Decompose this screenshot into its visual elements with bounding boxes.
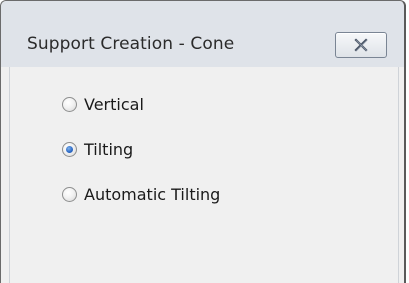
radio-label-automatic-tilting[interactable]: Automatic Tilting	[84, 185, 220, 204]
dialog-content: Vertical Tilting Automatic Tilting	[9, 67, 399, 283]
radio-button-automatic-tilting[interactable]	[62, 186, 77, 202]
close-button[interactable]	[335, 32, 387, 58]
radio-button-vertical[interactable]	[62, 96, 77, 112]
radio-option-tilting[interactable]: Tilting	[62, 137, 133, 161]
radio-label-tilting[interactable]: Tilting	[84, 140, 133, 159]
close-x-icon	[354, 38, 368, 52]
window-title: Support Creation - Cone	[27, 34, 235, 54]
title-bar[interactable]: Support Creation - Cone	[1, 1, 404, 67]
radio-label-vertical[interactable]: Vertical	[84, 95, 144, 114]
radio-option-vertical[interactable]: Vertical	[62, 92, 144, 116]
radio-button-tilting[interactable]	[62, 141, 77, 157]
radio-option-automatic-tilting[interactable]: Automatic Tilting	[62, 182, 220, 206]
support-creation-dialog: Support Creation - Cone Vertical Tilting…	[0, 0, 406, 283]
